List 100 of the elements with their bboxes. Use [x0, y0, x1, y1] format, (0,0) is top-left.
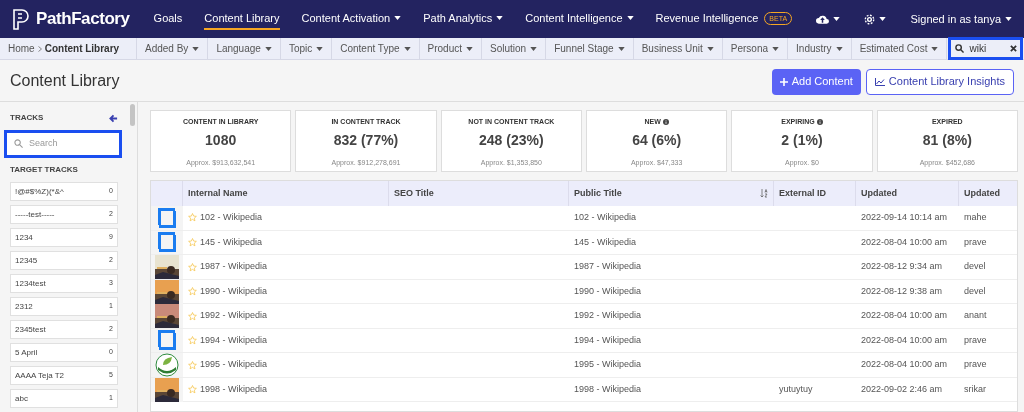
table-cell: 1994 - Wikipedia — [574, 333, 642, 347]
star-icon[interactable] — [188, 311, 197, 321]
stat-value: 64 (6%) — [632, 130, 682, 150]
brand-logo-icon — [12, 7, 32, 31]
clear-icon[interactable] — [1010, 45, 1017, 52]
nav-item[interactable]: Content Library — [204, 7, 280, 31]
caret-icon — [833, 17, 841, 21]
filter-dropdown[interactable]: Persona — [722, 38, 789, 59]
column-header[interactable]: SEO Title — [394, 186, 434, 201]
table-row[interactable]: 1994 - Wikipedia 1994 - Wikipedia 2022-08-04 10:00 am prave — [151, 328, 1017, 353]
column-header[interactable]: Internal Name — [188, 186, 248, 201]
table-cell-text: srikar — [964, 382, 986, 396]
filter-dropdown[interactable]: Estimated Cost — [851, 38, 948, 59]
caret-icon — [879, 17, 887, 21]
star-icon[interactable] — [188, 287, 197, 296]
table-cell-text: 2022-08-12 9:38 am — [861, 284, 943, 298]
page-title: Content Library — [10, 70, 120, 91]
table-row[interactable]: 1992 - Wikipedia 1992 - Wikipedia 2022-08-04 10:00 am anant — [151, 304, 1017, 329]
arrow-left-icon[interactable] — [109, 113, 118, 123]
table-cell-text: 1998 - Wikipedia — [200, 382, 268, 396]
filter-dropdown[interactable]: Industry — [788, 38, 852, 59]
table-cell: prave — [964, 333, 987, 347]
table-row[interactable]: 145 - Wikipedia 145 - Wikipedia 2022-08-04 10:00 am prave — [151, 230, 1017, 255]
caret-icon — [835, 46, 843, 51]
track-name: !@#$%Z)(*&^ — [15, 185, 64, 198]
star-icon[interactable] — [188, 237, 197, 247]
table-cell: 1987 - Wikipedia — [574, 260, 642, 274]
nav-item[interactable]: Content Intelligence — [525, 7, 634, 31]
table-row[interactable]: 1987 - Wikipedia 1987 - Wikipedia 2022-08-12 9:34 am devel — [151, 255, 1017, 280]
track-name: AAAA Teja T2 — [15, 369, 65, 382]
caret-icon — [706, 46, 714, 51]
filter-dropdown[interactable]: Content Type — [332, 38, 420, 59]
column-header[interactable]: Public Title — [574, 186, 622, 201]
filter-dropdown[interactable]: Topic — [280, 38, 333, 59]
caret-icon — [466, 46, 473, 51]
table-cell-text: mahe — [964, 211, 987, 224]
table-row[interactable]: 1995 - Wikipedia 1995 - Wikipedia 2022-08-04 10:00 am prave — [151, 353, 1017, 378]
track-name: 1234 — [15, 231, 33, 244]
filter-dropdown[interactable]: Product — [419, 38, 482, 59]
caret-icon — [316, 46, 324, 51]
table-cell: 1995 - Wikipedia — [574, 358, 642, 372]
caret-icon — [264, 46, 272, 51]
filter-dropdown[interactable]: Added By — [137, 38, 209, 59]
table-cell: prave — [964, 358, 987, 372]
column-header[interactable]: Updated — [964, 186, 1000, 201]
table-row[interactable]: 1990 - Wikipedia 1990 - Wikipedia 2022-08-12 9:38 am devel — [151, 279, 1017, 304]
track-name: 2312 — [15, 300, 33, 313]
filter-dropdown[interactable]: Language — [208, 38, 281, 59]
track-name: 5 April — [15, 346, 38, 359]
table-cell: 1994 - Wikipedia — [200, 333, 268, 347]
breadcrumb-current: Content Library — [44, 42, 120, 56]
column-header[interactable]: Updated — [861, 186, 897, 201]
section-heading: TARGET TRACKS — [10, 164, 79, 176]
table-row[interactable]: 102 - Wikipedia 102 - Wikipedia 2022-09-14 10:14 am mahe — [151, 206, 1017, 231]
sort-icon[interactable] — [760, 189, 768, 198]
table-row[interactable]: 1998 - Wikipedia 1998 - Wikipedia yutuytuy 2022-09-02 2:46 am srikar — [151, 377, 1017, 402]
table-cell: 1995 - Wikipedia — [200, 358, 268, 372]
filter-dropdown[interactable]: Funnel Stage — [546, 38, 634, 59]
star-icon[interactable] — [188, 385, 197, 394]
table-cell-text: 1998 - Wikipedia — [574, 382, 642, 396]
track-name: 1234test — [15, 277, 46, 290]
content-search-field[interactable]: wiki — [948, 37, 1023, 60]
filter-dropdown[interactable]: Business Unit — [633, 38, 723, 59]
line-chart-icon — [874, 77, 885, 86]
stat-value: 248 (23%) — [479, 130, 544, 150]
table-cell-text: 2022-09-14 10:14 am — [861, 211, 948, 224]
table-cell: 1992 - Wikipedia — [200, 309, 268, 323]
add-content-button[interactable]: Add Content — [771, 68, 861, 95]
star-icon[interactable] — [188, 335, 197, 345]
column-header[interactable]: External ID — [779, 186, 827, 201]
breadcrumb-link[interactable]: Home — [8, 41, 35, 56]
insights-button[interactable]: Content Library Insights — [865, 68, 1014, 95]
user-menu[interactable]: Signed in as tanya — [910, 10, 1012, 28]
settings-icon — [864, 13, 876, 25]
stat-value: 832 (77%) — [333, 130, 399, 150]
star-icon[interactable] — [188, 360, 197, 370]
table-cell: 145 - Wikipedia — [574, 235, 637, 249]
track-name: -----test----- — [15, 208, 55, 221]
brand-name: PathFactory — [36, 8, 130, 31]
track-name: 12345 — [15, 254, 38, 267]
stat-value: 1080 — [205, 130, 237, 150]
star-icon[interactable] — [188, 213, 197, 223]
track-search-field[interactable]: Search — [4, 130, 122, 158]
filter-dropdown[interactable]: Solution — [482, 38, 547, 59]
table-cell: 145 - Wikipedia — [200, 235, 263, 249]
nav-item[interactable]: Content Activation — [301, 7, 402, 31]
search-icon — [14, 139, 23, 148]
table-cell: anant — [964, 309, 987, 323]
nav-item[interactable]: Goals — [153, 7, 183, 31]
upload-menu[interactable] — [816, 14, 841, 24]
settings-menu[interactable] — [864, 13, 887, 25]
table-cell-text: 102 - Wikipedia — [200, 211, 263, 224]
caret-icon — [1005, 17, 1012, 21]
scrollbar-thumb[interactable] — [130, 104, 135, 126]
nav-item[interactable]: Path Analytics — [423, 7, 504, 31]
table-cell: 1987 - Wikipedia — [200, 260, 268, 274]
table-cell: 2022-08-04 10:00 am — [861, 333, 948, 347]
track-name: 2345test — [15, 323, 46, 336]
star-icon[interactable] — [188, 262, 197, 272]
stat-value: 81 (8%) — [922, 130, 972, 150]
